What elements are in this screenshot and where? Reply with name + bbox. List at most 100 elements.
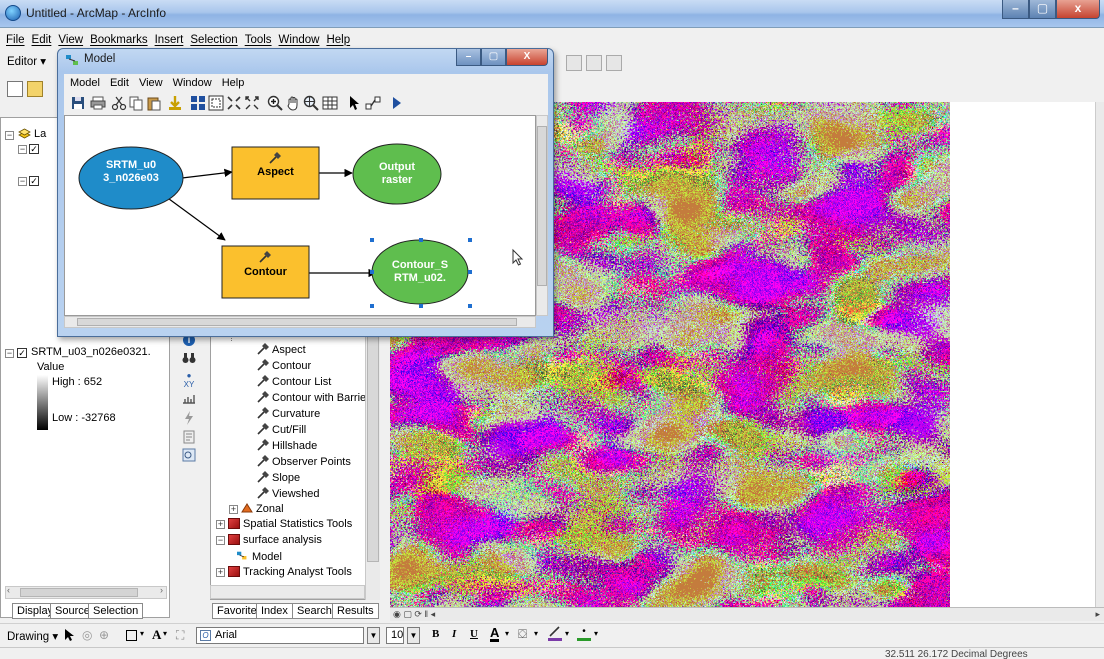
rectangle-icon[interactable] xyxy=(126,630,137,641)
map-window-icon[interactable] xyxy=(181,448,197,464)
toolbox-tracking-analyst[interactable]: + Tracking Analyst Tools xyxy=(216,566,352,578)
toolbox-vertical-scrollbar[interactable] xyxy=(365,330,380,600)
tool-aspect[interactable]: Aspect xyxy=(257,343,306,356)
editor-menu-button[interactable]: Editor ▾ xyxy=(7,54,46,68)
line-color-icon[interactable] xyxy=(548,626,562,641)
rectangle-dropdown-icon[interactable]: ▾ xyxy=(140,629,144,638)
tab-search[interactable]: Search xyxy=(292,603,337,619)
layer-checkbox[interactable]: ✓ xyxy=(29,144,39,154)
tab-results[interactable]: Results xyxy=(332,603,379,619)
model-vertical-scrollbar[interactable] xyxy=(536,115,548,316)
rotate-icon[interactable]: ◎ xyxy=(82,628,92,642)
toc-scroll-thumb[interactable] xyxy=(20,588,138,597)
model-horizontal-scrollbar[interactable] xyxy=(64,316,536,328)
font-name-dropdown[interactable]: ▼ xyxy=(367,627,380,644)
menu-tools[interactable]: Tools xyxy=(245,34,272,46)
expand-icon[interactable]: + xyxy=(216,568,225,577)
tool-slope[interactable]: Slope xyxy=(257,471,300,484)
identify-icon[interactable] xyxy=(566,55,582,71)
model-canvas[interactable]: SRTM_u0 3_n026e03 Aspect Output raster Con… xyxy=(64,115,536,316)
tab-selection[interactable]: Selection xyxy=(88,603,144,619)
srtm-layer-checkbox[interactable]: ✓ xyxy=(17,348,27,358)
menu-bookmarks[interactable]: Bookmarks xyxy=(90,34,148,46)
menu-file[interactable]: File xyxy=(6,34,25,46)
toolbox-spatial-statistics[interactable]: + Spatial Statistics Tools xyxy=(216,518,352,530)
collapse-icon[interactable]: − xyxy=(216,536,225,545)
measure-icon[interactable] xyxy=(181,391,197,407)
tool-contour[interactable]: Contour xyxy=(257,359,311,372)
model-menu-help[interactable]: Help xyxy=(222,77,245,89)
zoom-whole-page-icon[interactable]: ⊕ xyxy=(99,628,109,642)
pan-icon[interactable] xyxy=(285,95,301,111)
menu-edit[interactable]: Edit xyxy=(32,34,52,46)
model-menu-edit[interactable]: Edit xyxy=(110,77,129,89)
scroll-right-arrow-icon[interactable]: › xyxy=(160,585,163,595)
select-elements-icon[interactable] xyxy=(64,629,74,645)
overview-icon[interactable] xyxy=(322,95,338,111)
menu-window[interactable]: Window xyxy=(279,34,320,46)
add-data-icon[interactable] xyxy=(167,95,183,111)
toolset-zonal[interactable]: + Zonal xyxy=(229,502,284,515)
model-menu-window[interactable]: Window xyxy=(173,77,212,89)
toolbox-horizontal-scrollbar[interactable] xyxy=(210,585,365,599)
zoom-in-icon[interactable] xyxy=(267,95,283,111)
toc-horizontal-scrollbar[interactable]: ‹ › xyxy=(5,585,167,599)
model-menu-view[interactable]: View xyxy=(139,77,163,89)
model-maximize-button[interactable]: ▢ xyxy=(481,49,506,66)
open-folder-icon[interactable] xyxy=(27,81,43,97)
expand-icon[interactable]: + xyxy=(229,505,238,514)
fill-color-icon[interactable]: ⛋ xyxy=(518,627,527,642)
drawing-menu-button[interactable]: Drawing ▾ xyxy=(7,629,58,643)
menu-selection[interactable]: Selection xyxy=(190,34,237,46)
close-button[interactable]: x xyxy=(1056,0,1100,19)
font-size-field[interactable]: 10 xyxy=(386,627,404,644)
map-vertical-scrollbar[interactable] xyxy=(1095,102,1104,607)
tool-cut-fill[interactable]: Cut/Fill xyxy=(257,423,306,436)
add-connection-icon[interactable] xyxy=(365,95,381,111)
text-dropdown-icon[interactable]: ▾ xyxy=(163,629,167,638)
layer-checkbox[interactable]: ✓ xyxy=(29,176,39,186)
binoculars-icon[interactable] xyxy=(181,352,197,368)
bold-button[interactable]: B xyxy=(432,628,439,640)
scroll-right-arrow-icon[interactable]: ▸ xyxy=(1095,609,1100,620)
run-icon[interactable] xyxy=(388,95,404,111)
marker-color-dropdown[interactable]: ▾ xyxy=(594,629,598,638)
tool-curvature[interactable]: Curvature xyxy=(257,407,320,420)
map-horizontal-scrollbar[interactable]: ◉ ▢ ⟳ ‖ ◂ ▸ xyxy=(390,607,1104,621)
tool-hillshade[interactable]: Hillshade xyxy=(257,439,317,452)
tool-viewshed[interactable]: Viewshed xyxy=(257,487,320,500)
menu-help[interactable]: Help xyxy=(326,34,350,46)
font-color-dropdown[interactable]: ▾ xyxy=(505,629,509,638)
minimize-button[interactable]: – xyxy=(1002,0,1029,19)
xy-icon[interactable]: ● XY xyxy=(181,371,197,389)
edit-vertices-icon[interactable]: ⛶ xyxy=(176,628,184,643)
paste-icon[interactable] xyxy=(146,95,162,111)
group-collapse-toggle[interactable]: − xyxy=(18,145,27,154)
save-icon[interactable] xyxy=(70,95,86,111)
srtm-layer-name[interactable]: SRTM_u03_n026e0321. xyxy=(31,346,151,358)
new-text-icon[interactable]: A xyxy=(152,627,161,643)
model-menu-model[interactable]: Model xyxy=(70,77,100,89)
srtm-layer-collapse-toggle[interactable]: − xyxy=(5,349,14,358)
menu-insert[interactable]: Insert xyxy=(155,34,184,46)
toolbox-scroll-thumb[interactable] xyxy=(367,332,379,562)
model-minimize-button[interactable]: – xyxy=(456,49,481,66)
tool-observer-points[interactable]: Observer Points xyxy=(257,455,351,468)
tab-index[interactable]: Index xyxy=(256,603,293,619)
model-close-button[interactable]: X xyxy=(506,49,548,66)
new-document-icon[interactable] xyxy=(7,81,23,97)
layers-collapse-toggle[interactable]: − xyxy=(5,131,14,140)
menu-view[interactable]: View xyxy=(58,34,83,46)
notes-icon[interactable] xyxy=(181,430,197,446)
model-item[interactable]: Model xyxy=(237,550,282,563)
tool-contour-with-barriers[interactable]: Contour with Barrie xyxy=(257,391,366,404)
fill-color-dropdown[interactable]: ▾ xyxy=(534,629,538,638)
fixed-zoom-in-icon[interactable] xyxy=(226,95,242,111)
tool-contour-list[interactable]: Contour List xyxy=(257,375,331,388)
select-pointer-icon[interactable] xyxy=(346,95,362,111)
full-extent-icon[interactable] xyxy=(208,95,224,111)
copy-icon[interactable] xyxy=(128,95,144,111)
print-icon[interactable] xyxy=(90,95,106,111)
line-color-dropdown[interactable]: ▾ xyxy=(565,629,569,638)
model-vscroll-thumb[interactable] xyxy=(537,126,547,286)
